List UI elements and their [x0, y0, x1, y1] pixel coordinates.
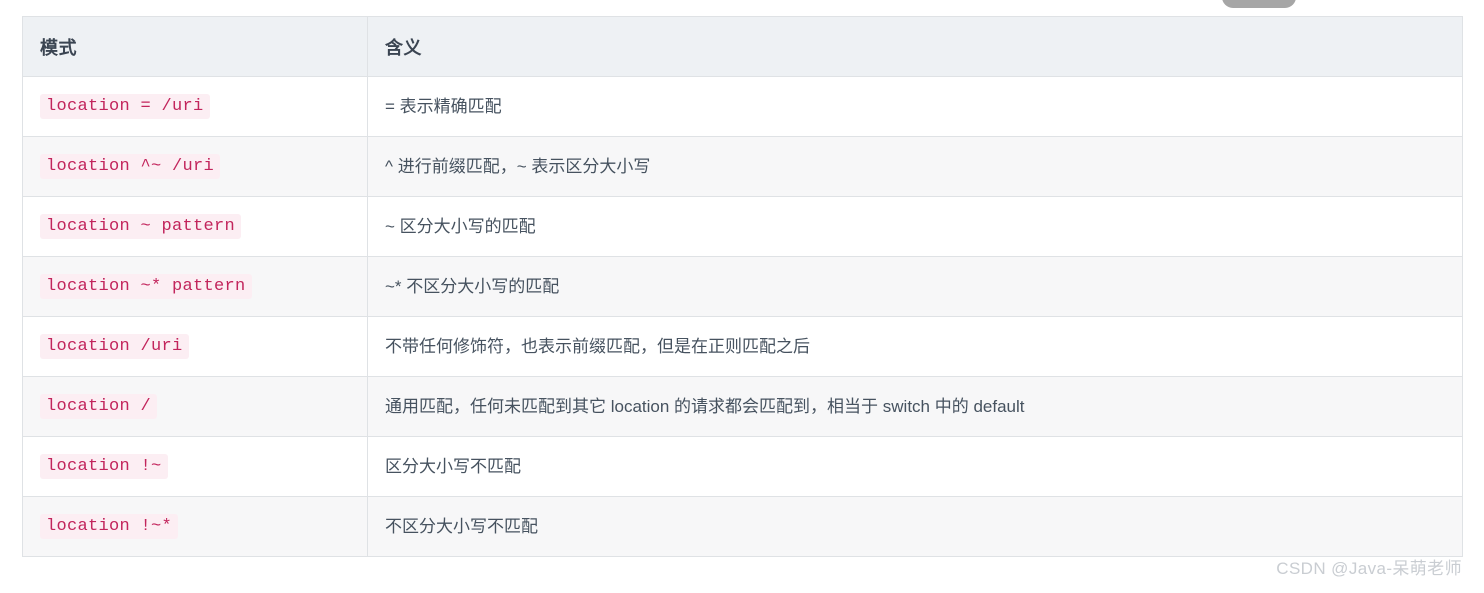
table-row: location = /uri = 表示精确匹配	[22, 76, 1463, 137]
mode-code-snippet: location /	[40, 394, 158, 419]
table-cell-meaning: ~ 区分大小写的匹配	[367, 196, 1463, 257]
mode-code-snippet: location !~*	[40, 514, 179, 539]
table-row: location ^~ /uri ^ 进行前缀匹配，~ 表示区分大小写	[22, 136, 1463, 197]
table-cell-mode: location ^~ /uri	[22, 136, 368, 197]
location-match-table: 模式 含义 location = /uri = 表示精确匹配 location …	[22, 16, 1463, 557]
table-cell-meaning: ^ 进行前缀匹配，~ 表示区分大小写	[367, 136, 1463, 197]
table-row: location ~ pattern ~ 区分大小写的匹配	[22, 196, 1463, 257]
table-row: location !~* 不区分大小写不匹配	[22, 496, 1463, 557]
table-cell-mode: location !~*	[22, 496, 368, 557]
csdn-watermark: CSDN @Java-呆萌老师	[1276, 559, 1462, 578]
scrollbar-thumb[interactable]	[1222, 0, 1296, 8]
table-cell-meaning: ~* 不区分大小写的匹配	[367, 256, 1463, 317]
mode-code-snippet: location /uri	[40, 334, 189, 359]
table-cell-meaning: 不区分大小写不匹配	[367, 496, 1463, 557]
table-cell-mode: location /	[22, 376, 368, 437]
mode-code-snippet: location = /uri	[40, 94, 210, 119]
table-header: 模式 含义	[22, 16, 1463, 77]
table-cell-mode: location ~* pattern	[22, 256, 368, 317]
table-cell-mode: location /uri	[22, 316, 368, 377]
column-header-meaning: 含义	[367, 16, 1463, 77]
mode-code-snippet: location ^~ /uri	[40, 154, 221, 179]
column-header-mode: 模式	[22, 16, 368, 77]
table-cell-meaning: = 表示精确匹配	[367, 76, 1463, 137]
location-match-table-container: 模式 含义 location = /uri = 表示精确匹配 location …	[22, 16, 1463, 557]
table-cell-meaning: 不带任何修饰符，也表示前缀匹配，但是在正则匹配之后	[367, 316, 1463, 377]
table-body: location = /uri = 表示精确匹配 location ^~ /ur…	[22, 76, 1463, 557]
table-cell-mode: location !~	[22, 436, 368, 497]
table-cell-meaning: 通用匹配，任何未匹配到其它 location 的请求都会匹配到，相当于 swit…	[367, 376, 1463, 437]
table-cell-mode: location = /uri	[22, 76, 368, 137]
table-row: location / 通用匹配，任何未匹配到其它 location 的请求都会匹…	[22, 376, 1463, 437]
table-cell-mode: location ~ pattern	[22, 196, 368, 257]
table-header-row: 模式 含义	[22, 16, 1463, 77]
mode-code-snippet: location ~* pattern	[40, 274, 252, 299]
mode-code-snippet: location ~ pattern	[40, 214, 242, 239]
table-cell-meaning: 区分大小写不匹配	[367, 436, 1463, 497]
mode-code-snippet: location !~	[40, 454, 168, 479]
table-row: location !~ 区分大小写不匹配	[22, 436, 1463, 497]
table-row: location ~* pattern ~* 不区分大小写的匹配	[22, 256, 1463, 317]
table-row: location /uri 不带任何修饰符，也表示前缀匹配，但是在正则匹配之后	[22, 316, 1463, 377]
